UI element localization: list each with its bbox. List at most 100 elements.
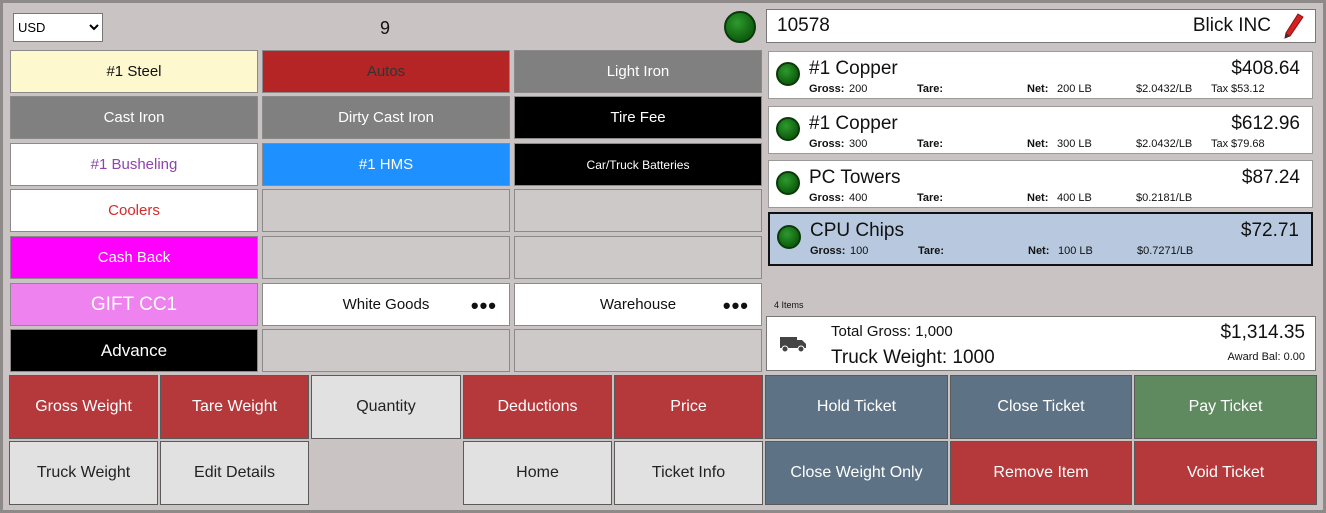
product-button[interactable]: Autos bbox=[262, 50, 510, 93]
customer-number: 10578 bbox=[777, 15, 830, 36]
line-item-name: #1 Copper bbox=[809, 58, 898, 79]
quantity-button[interactable]: Quantity bbox=[311, 375, 461, 439]
net-value: 200 LB bbox=[1057, 83, 1092, 95]
pay-ticket-button[interactable]: Pay Ticket bbox=[1134, 375, 1317, 439]
product-label: White Goods bbox=[342, 296, 430, 313]
ticket-line-item[interactable]: PC Towers $87.24 Gross: 400 Tare: Net: 400 LB $… bbox=[768, 160, 1313, 208]
tax-value: $79.68 bbox=[1231, 138, 1265, 150]
item-counter: 9 bbox=[379, 18, 390, 38]
product-label: GIFT CC1 bbox=[90, 293, 178, 315]
net-label: Net: bbox=[1027, 192, 1049, 204]
tax-label: Tax bbox=[1211, 83, 1229, 95]
line-item-price: $612.96 bbox=[1231, 113, 1300, 134]
pencil-icon[interactable] bbox=[1281, 13, 1305, 39]
total-gross: Total Gross: 1,000 bbox=[831, 323, 953, 340]
product-label: #1 Steel bbox=[106, 63, 162, 80]
line-status-indicator bbox=[776, 117, 800, 141]
product-label: Dirty Cast Iron bbox=[338, 109, 434, 126]
truck-icon bbox=[780, 337, 806, 353]
product-button[interactable]: Cash Back bbox=[10, 236, 258, 279]
line-item-price: $72.71 bbox=[1240, 220, 1299, 241]
unit-rate: $2.0432/LB bbox=[1136, 83, 1193, 95]
tare-label: Tare: bbox=[918, 245, 945, 257]
gross-label: Gross: bbox=[809, 192, 845, 204]
product-button[interactable]: #1 Busheling bbox=[10, 143, 258, 186]
product-button[interactable]: #1 HMS bbox=[262, 143, 510, 186]
product-label: Cast Iron bbox=[103, 109, 165, 126]
ticket-line-item[interactable]: #1 Copper $612.96 Gross: 300 Tare: Net: 300 LB… bbox=[768, 106, 1313, 154]
gross-label: Gross: bbox=[809, 138, 845, 150]
product-button[interactable]: Car/Truck Batteries bbox=[514, 143, 762, 186]
empty-product-slot bbox=[514, 189, 762, 232]
truck-weight-total: Truck Weight: 1000 bbox=[831, 347, 995, 368]
product-button[interactable]: Light Iron bbox=[514, 50, 762, 93]
tare-label: Tare: bbox=[917, 83, 944, 95]
customer-bar[interactable]: 10578 Blick INC bbox=[766, 9, 1316, 43]
line-item-price: $408.64 bbox=[1231, 58, 1300, 79]
net-label: Net: bbox=[1027, 138, 1049, 150]
hold-ticket-button[interactable]: Hold Ticket bbox=[765, 375, 948, 439]
net-value: 400 LB bbox=[1057, 192, 1092, 204]
ticket-line-item[interactable]: CPU Chips $72.71 Gross: 100 Tare: Net: 100 LB $… bbox=[768, 212, 1313, 266]
net-label: Net: bbox=[1027, 83, 1049, 95]
product-button[interactable]: Coolers bbox=[10, 189, 258, 232]
more-options-icon[interactable]: ••• bbox=[723, 295, 749, 317]
line-status-indicator bbox=[776, 171, 800, 195]
close-weight-only-button[interactable]: Close Weight Only bbox=[765, 441, 948, 505]
product-label: Autos bbox=[366, 63, 406, 80]
net-value: 100 LB bbox=[1058, 245, 1093, 257]
gross-value: 300 bbox=[849, 138, 868, 150]
product-label: #1 Busheling bbox=[90, 156, 178, 173]
tare-label: Tare: bbox=[917, 192, 944, 204]
empty-product-slot bbox=[262, 189, 510, 232]
more-options-icon[interactable]: ••• bbox=[471, 295, 497, 317]
currency-select[interactable]: USD bbox=[13, 13, 103, 42]
edit-details-button[interactable]: Edit Details bbox=[160, 441, 309, 505]
product-button[interactable]: Dirty Cast Iron bbox=[262, 96, 510, 139]
tare-label: Tare: bbox=[917, 138, 944, 150]
product-button[interactable]: Warehouse ••• bbox=[514, 283, 762, 326]
product-label: #1 HMS bbox=[358, 156, 414, 173]
home-button[interactable]: Home bbox=[463, 441, 612, 505]
gross-value: 100 bbox=[850, 245, 869, 257]
unit-rate: $2.0432/LB bbox=[1136, 138, 1193, 150]
empty-product-slot bbox=[514, 236, 762, 279]
price-button[interactable]: Price bbox=[614, 375, 763, 439]
net-value: 300 LB bbox=[1057, 138, 1092, 150]
ticket-total-amount: $1,314.35 bbox=[1220, 322, 1305, 343]
truck-weight-button[interactable]: Truck Weight bbox=[9, 441, 158, 505]
line-item-name: #1 Copper bbox=[809, 113, 898, 134]
product-label: Tire Fee bbox=[610, 109, 666, 126]
customer-name: Blick INC bbox=[1192, 15, 1271, 36]
unit-rate: $0.7271/LB bbox=[1137, 245, 1194, 257]
product-button[interactable]: #1 Steel bbox=[10, 50, 258, 93]
connection-status-indicator bbox=[724, 11, 756, 43]
gross-weight-button[interactable]: Gross Weight bbox=[9, 375, 158, 439]
deductions-button[interactable]: Deductions bbox=[463, 375, 612, 439]
net-label: Net: bbox=[1028, 245, 1050, 257]
product-label: Warehouse bbox=[599, 296, 677, 313]
product-button[interactable]: GIFT CC1 bbox=[10, 283, 258, 326]
void-ticket-button[interactable]: Void Ticket bbox=[1134, 441, 1317, 505]
items-count: 4 Items bbox=[774, 300, 804, 310]
ticket-totals: Total Gross: 1,000 Truck Weight: 1000 $1… bbox=[766, 316, 1316, 371]
product-label: Coolers bbox=[108, 202, 160, 219]
product-button[interactable]: Advance bbox=[10, 329, 258, 372]
award-balance: Award Bal: 0.00 bbox=[1227, 351, 1305, 363]
line-item-name: PC Towers bbox=[809, 167, 901, 188]
product-label: Car/Truck Batteries bbox=[586, 157, 690, 172]
ticket-info-button[interactable]: Ticket Info bbox=[614, 441, 763, 505]
gross-value: 400 bbox=[849, 192, 868, 204]
product-button[interactable]: Tire Fee bbox=[514, 96, 762, 139]
empty-product-slot bbox=[514, 329, 762, 372]
gross-label: Gross: bbox=[810, 245, 846, 257]
close-ticket-button[interactable]: Close Ticket bbox=[950, 375, 1132, 439]
tare-weight-button[interactable]: Tare Weight bbox=[160, 375, 309, 439]
empty-product-slot bbox=[262, 236, 510, 279]
tax-label: Tax bbox=[1211, 138, 1229, 150]
gross-value: 200 bbox=[849, 83, 868, 95]
ticket-line-item[interactable]: #1 Copper $408.64 Gross: 200 Tare: Net: 200 LB… bbox=[768, 51, 1313, 99]
product-button[interactable]: White Goods ••• bbox=[262, 283, 510, 326]
remove-item-button[interactable]: Remove Item bbox=[950, 441, 1132, 505]
product-button[interactable]: Cast Iron bbox=[10, 96, 258, 139]
